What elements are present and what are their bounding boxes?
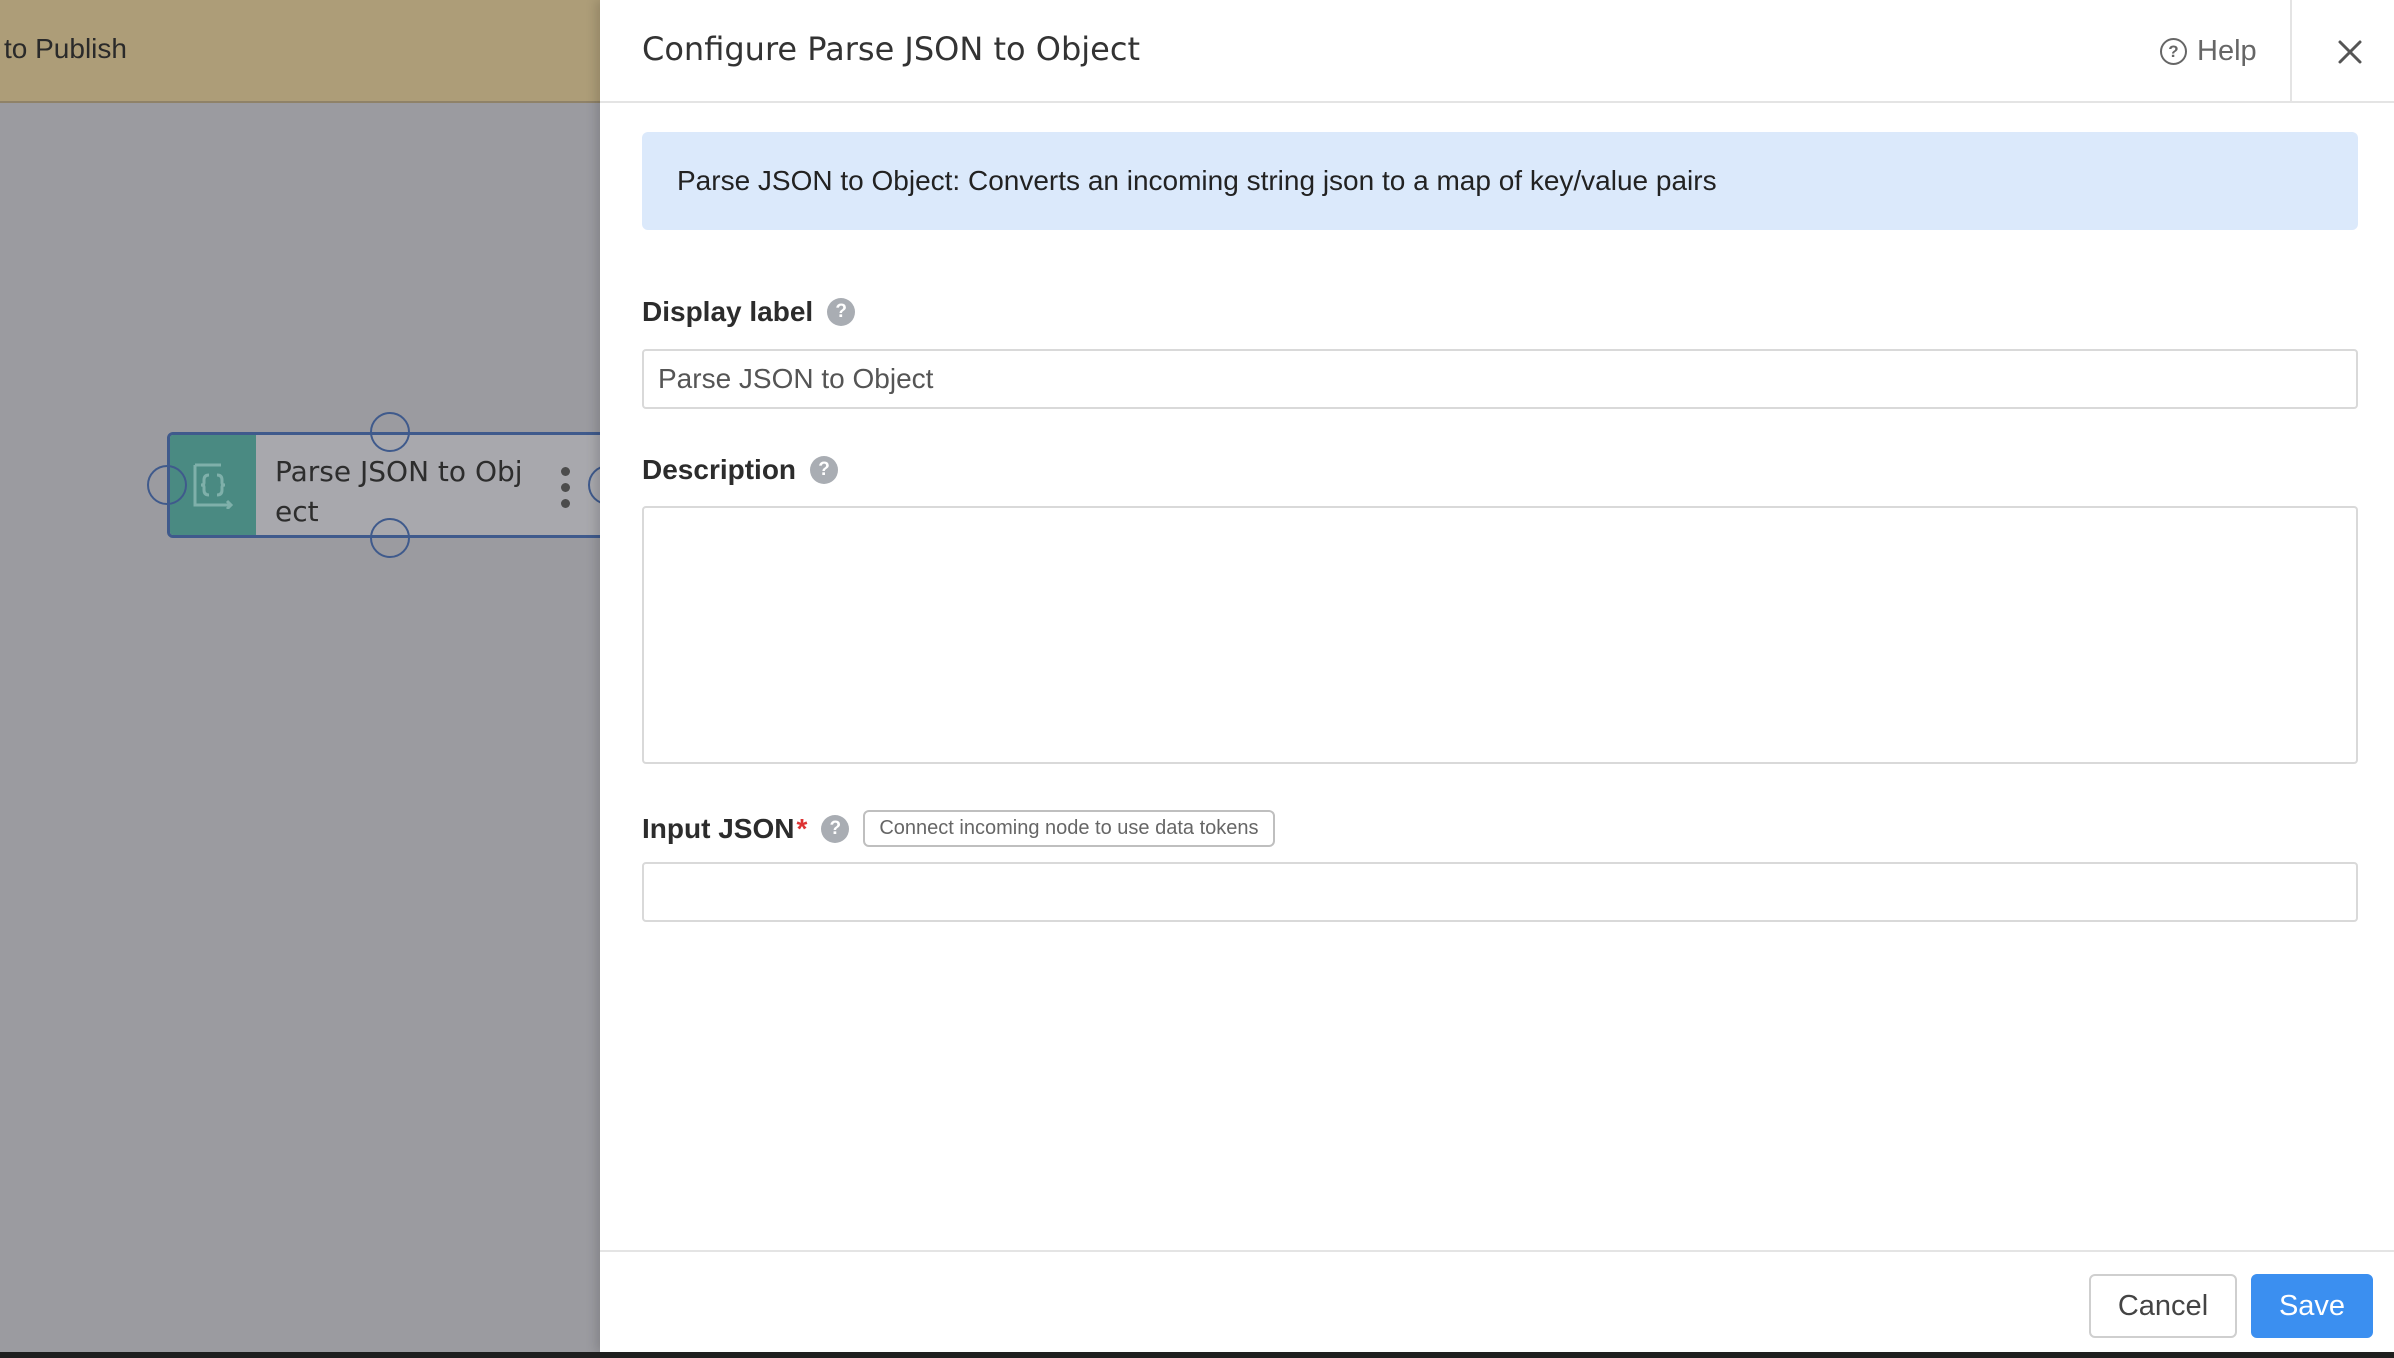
node-port-left[interactable] [147, 465, 187, 505]
node-port-top[interactable] [370, 412, 410, 452]
input-json-label: Input JSON * ? Connect incoming node to … [642, 810, 1275, 847]
canvas-header: to Publish [0, 0, 600, 103]
header-divider [2290, 0, 2292, 103]
close-button[interactable] [2330, 32, 2370, 72]
question-icon[interactable]: ? [821, 814, 850, 843]
input-json-field[interactable] [642, 862, 2358, 922]
cancel-button[interactable]: Cancel [2089, 1274, 2237, 1338]
info-banner: Parse JSON to Object: Converts an incomi… [642, 132, 2358, 230]
configure-drawer: Configure Parse JSON to Object ? Help Pa… [600, 0, 2394, 1352]
description-label-text: Description [642, 454, 797, 485]
display-label-label: Display label ? [642, 296, 856, 328]
screen: to Publish Parse JSON to Obj ect Configu… [0, 0, 2394, 1352]
close-icon [2338, 40, 2362, 64]
node-label: Parse JSON to Obj ect [275, 455, 523, 528]
question-icon[interactable]: ? [810, 456, 839, 484]
node-port-bottom[interactable] [370, 518, 410, 558]
save-button[interactable]: Save [2251, 1274, 2373, 1338]
drawer-footer: Cancel Save [600, 1250, 2394, 1352]
data-token-hint: Connect incoming node to use data tokens [863, 810, 1275, 847]
canvas-header-text: to Publish [4, 33, 127, 64]
description-label: Description ? [642, 454, 839, 486]
input-json-label-text: Input JSON [642, 812, 795, 844]
display-label-text: Display label [642, 296, 814, 327]
help-label: Help [2197, 34, 2257, 67]
json-transform-icon [193, 463, 234, 509]
flow-canvas[interactable]: to Publish Parse JSON to Obj ect [0, 0, 628, 1352]
help-link[interactable]: ? Help [2160, 31, 2257, 71]
info-banner-text: Parse JSON to Object: Converts an incomi… [677, 165, 1717, 196]
help-circle-icon: ? [2160, 37, 2187, 65]
question-icon[interactable]: ? [827, 298, 856, 326]
drawer-title: Configure Parse JSON to Object [642, 30, 1140, 68]
description-textarea[interactable] [642, 506, 2358, 764]
more-vertical-icon[interactable] [558, 463, 572, 511]
required-marker: * [796, 812, 808, 844]
display-label-input[interactable] [642, 349, 2358, 409]
drawer-header: Configure Parse JSON to Object ? Help [600, 0, 2394, 103]
